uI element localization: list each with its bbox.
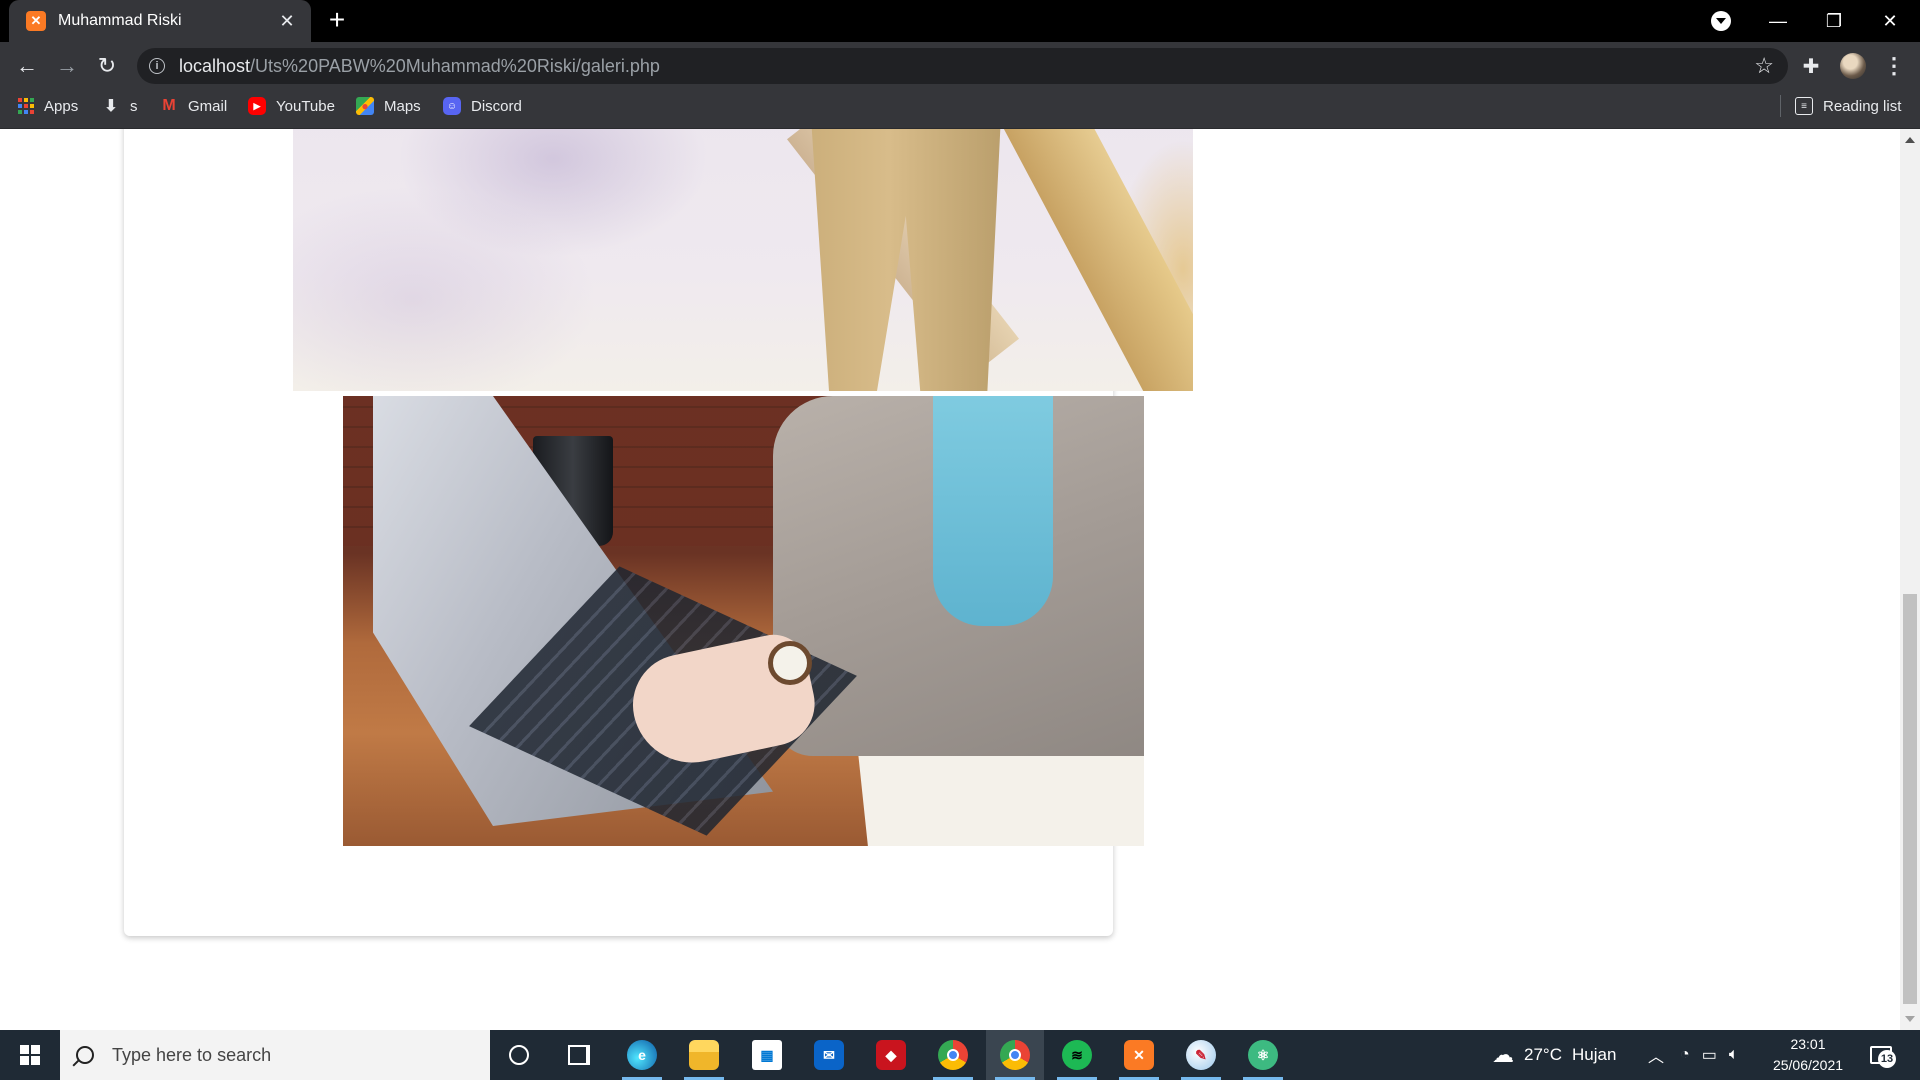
profile-avatar[interactable]	[1840, 53, 1866, 79]
game-icon: ◆	[876, 1040, 906, 1070]
weather-temp: 27°C	[1524, 1045, 1562, 1064]
tab-title: Muhammad Riski	[58, 12, 182, 29]
mail-icon: ✉	[814, 1040, 844, 1070]
new-tab-button[interactable]: +	[322, 6, 352, 36]
back-button[interactable]: ←	[11, 50, 43, 82]
weather-condition: Hujan	[1571, 1045, 1617, 1064]
paint-icon: ✎	[1186, 1040, 1216, 1070]
taskbar-store[interactable]: ▦	[738, 1030, 796, 1080]
bookmark-discord[interactable]: ☺ Discord	[443, 89, 522, 123]
bookmark-youtube[interactable]: ▶ YouTube	[248, 89, 335, 123]
clock-date: 25/06/2021	[1772, 1057, 1844, 1073]
taskbar-xampp[interactable]: ✕	[1110, 1030, 1168, 1080]
extensions-icon[interactable]: ✚	[1797, 52, 1825, 80]
scroll-down-arrow[interactable]	[1905, 1016, 1915, 1022]
forward-button[interactable]: →	[51, 50, 83, 82]
start-button[interactable]	[0, 1030, 60, 1080]
maps-icon: ●	[356, 97, 374, 115]
search-placeholder: Type here to search	[112, 1044, 272, 1065]
close-window-button[interactable]: ✕	[1862, 0, 1918, 42]
weather-rain-icon: ☁	[1492, 1042, 1514, 1067]
vertical-scrollbar[interactable]	[1900, 129, 1920, 1030]
reading-list-label: Reading list	[1823, 97, 1902, 115]
edge-icon: e	[627, 1040, 657, 1070]
scrollbar-thumb[interactable]	[1903, 594, 1917, 1004]
cortana-button[interactable]	[490, 1030, 548, 1080]
spotify-icon: ≋	[1062, 1040, 1092, 1070]
more-menu-icon[interactable]: ⋮	[1880, 52, 1908, 80]
download-icon: ⬇	[104, 98, 118, 115]
address-bar[interactable]: i localhost/Uts%20PABW%20Muhammad%20Risk…	[137, 48, 1788, 84]
bookmark-label: Discord	[471, 97, 522, 115]
reading-list-button[interactable]: ≡ Reading list	[1795, 89, 1901, 123]
wifi-icon[interactable]: ◔	[1680, 1046, 1690, 1064]
xampp-icon: ✕	[1124, 1040, 1154, 1070]
system-tray: ︿ ◔ ▭ 🔈︎	[1648, 1030, 1738, 1080]
reading-list-icon: ≡	[1795, 97, 1813, 115]
taskbar-mail[interactable]: ✉	[800, 1030, 858, 1080]
bookmark-label: YouTube	[276, 97, 335, 115]
windows-logo-icon	[20, 1045, 40, 1065]
bookmarks-divider	[1780, 95, 1781, 117]
chrome-profile-icon	[1000, 1040, 1030, 1070]
url-text[interactable]: localhost/Uts%20PABW%20Muhammad%20Riski/…	[179, 56, 660, 77]
minimize-button[interactable]: —	[1750, 0, 1806, 42]
action-center-button[interactable]: 13	[1866, 1040, 1896, 1070]
taskbar-game[interactable]: ◆	[862, 1030, 920, 1080]
taskbar-spotify[interactable]: ≋	[1048, 1030, 1106, 1080]
bookmark-maps[interactable]: ● Maps	[356, 89, 421, 123]
tab-search-icon[interactable]	[1711, 11, 1731, 31]
gallery-photo-laptop-typing	[343, 396, 1144, 846]
bookmark-s[interactable]: ⬇ s	[102, 89, 138, 123]
reload-button[interactable]: ↻	[91, 50, 123, 82]
bookmark-label: Gmail	[188, 97, 228, 115]
close-icon[interactable]: ✕	[273, 7, 301, 35]
bookmark-apps[interactable]: Apps	[18, 89, 78, 123]
taskbar-atom[interactable]: ⚛	[1234, 1030, 1292, 1080]
taskbar-search-box[interactable]: Type here to search	[60, 1030, 490, 1080]
clock-time: 23:01	[1790, 1036, 1826, 1052]
bookmarks-bar: Apps ⬇ s M Gmail ▶ YouTube ● Maps ☺ Disc…	[0, 89, 1920, 129]
scroll-up-arrow[interactable]	[1905, 137, 1915, 143]
bookmark-label: Maps	[384, 97, 421, 115]
search-icon	[76, 1046, 94, 1064]
windows-taskbar: Type here to search e ▦ ✉ ◆ ≋ ✕ ✎ ⚛ ☁ 27…	[0, 1030, 1920, 1080]
taskbar-edge[interactable]: e	[613, 1030, 671, 1080]
discord-icon: ☺	[443, 97, 461, 115]
notification-count: 13	[1878, 1050, 1896, 1068]
gmail-icon: M	[162, 97, 176, 114]
bookmark-star-icon[interactable]: ☆	[1754, 53, 1774, 79]
folder-icon	[689, 1040, 719, 1070]
browser-tab[interactable]: ✕ Muhammad Riski ✕	[9, 0, 311, 42]
xampp-icon: ✕	[26, 11, 46, 31]
gallery-card	[124, 129, 1193, 936]
show-hidden-icons-icon[interactable]: ︿	[1648, 1043, 1664, 1067]
cortana-icon	[509, 1045, 529, 1065]
taskbar-file-explorer[interactable]	[675, 1030, 733, 1080]
taskbar-chrome[interactable]	[924, 1030, 982, 1080]
battery-icon[interactable]: ▭	[1702, 1045, 1717, 1065]
taskbar-clock[interactable]: 23:01 25/06/2021	[1758, 1034, 1858, 1076]
task-view-button[interactable]	[550, 1030, 608, 1080]
site-info-icon[interactable]: i	[149, 58, 165, 74]
apps-grid-icon	[18, 98, 34, 114]
bookmark-label: s	[130, 97, 138, 115]
store-icon: ▦	[752, 1040, 782, 1070]
taskbar-paint[interactable]: ✎	[1172, 1030, 1230, 1080]
youtube-icon: ▶	[248, 97, 266, 115]
task-view-icon	[568, 1045, 590, 1065]
restore-button[interactable]: ❐	[1806, 0, 1862, 42]
chrome-icon	[938, 1040, 968, 1070]
volume-icon[interactable]: 🔈︎	[1729, 1046, 1739, 1064]
weather-widget[interactable]: ☁ 27°C Hujan	[1492, 1030, 1616, 1080]
taskbar-chrome-profile[interactable]	[986, 1030, 1044, 1080]
atom-icon: ⚛	[1248, 1040, 1278, 1070]
gallery-photo-man-ladder	[293, 129, 1193, 391]
browser-toolbar: ← → ↻ i localhost/Uts%20PABW%20Muhammad%…	[0, 42, 1920, 89]
page-viewport	[0, 129, 1900, 1030]
bookmark-label: Apps	[44, 97, 79, 115]
browser-tab-strip: ✕ Muhammad Riski ✕ + — ❐ ✕	[0, 0, 1920, 42]
bookmark-gmail[interactable]: M Gmail	[160, 89, 227, 123]
